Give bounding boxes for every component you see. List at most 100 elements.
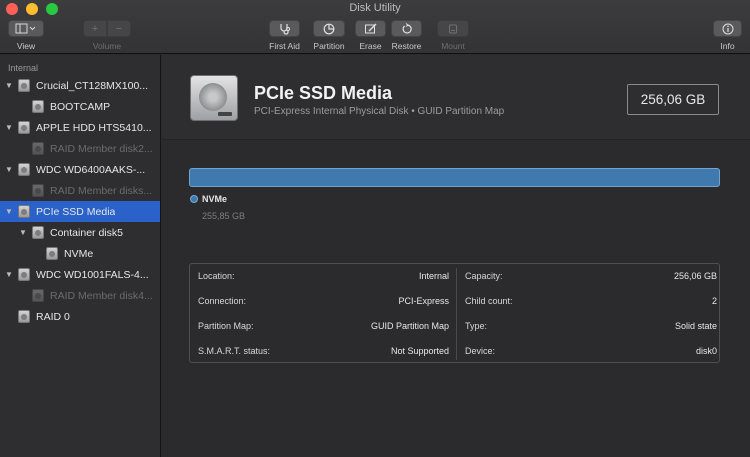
add-volume-button[interactable]: +	[83, 20, 107, 37]
sidebar-item-label: RAID 0	[36, 310, 70, 323]
disk-icon	[18, 163, 30, 176]
pencil-erase-icon	[364, 23, 376, 33]
erase-button[interactable]	[355, 20, 386, 37]
info-key: Connection:	[198, 296, 247, 306]
partition-button[interactable]	[313, 20, 345, 37]
info-value: GUID Partition Map	[370, 321, 449, 331]
partition-label: Partition	[313, 41, 345, 51]
remove-volume-button[interactable]: −	[107, 20, 131, 37]
disk-subtitle: PCI-Express Internal Physical Disk • GUI…	[254, 106, 505, 117]
sidebar-item[interactable]: ▼ Container disk5	[0, 222, 160, 243]
restore-button[interactable]	[391, 20, 422, 37]
disk-header: PCIe SSD Media PCI-Express Internal Phys…	[162, 55, 750, 140]
sidebar-item-label: BOOTCAMP	[50, 100, 111, 113]
disk-icon	[18, 268, 30, 281]
disclosure-triangle-icon[interactable]: ▼	[4, 81, 14, 90]
sidebar-item-label: Container disk5	[50, 226, 123, 239]
disk-icon	[32, 184, 44, 197]
info-value: Internal	[418, 271, 449, 281]
info-button[interactable]	[713, 20, 742, 37]
sidebar-item-label: APPLE HDD HTS5410...	[36, 121, 152, 134]
disk-icon	[32, 289, 44, 302]
sidebar-section-internal: Internal	[8, 63, 39, 73]
info-row: Location: Internal	[198, 271, 449, 285]
disk-icon	[18, 205, 30, 218]
sidebar-item[interactable]: NVMe	[0, 243, 160, 264]
first-aid-control: First Aid	[269, 20, 300, 51]
disk-icon	[46, 247, 58, 260]
capacity-box: 256,06 GB	[627, 84, 719, 115]
info-value: disk0	[695, 346, 717, 356]
info-row: Type: Solid state	[465, 321, 717, 335]
sidebar: Internal ▼ Crucial_CT128MX100... BOOTCAMP ▼…	[0, 55, 161, 457]
view-label: View	[16, 41, 36, 51]
sidebar-item[interactable]: RAID Member disks...	[0, 180, 160, 201]
sidebar-item-label: RAID Member disk4...	[50, 289, 153, 302]
toolbar: Disk Utility View + − Volume First Aid P…	[0, 0, 750, 54]
info-control: Info	[713, 20, 742, 51]
info-row: Partition Map: GUID Partition Map	[198, 321, 449, 335]
sidebar-item-label: RAID Member disks...	[50, 184, 153, 197]
disclosure-triangle-icon[interactable]: ▼	[18, 228, 28, 237]
view-button[interactable]	[8, 20, 44, 37]
sidebar-item[interactable]: ▼ WDC WD1001FALS-4...	[0, 264, 160, 285]
sidebar-item[interactable]: BOOTCAMP	[0, 96, 160, 117]
sidebar-item[interactable]: ▼ PCIe SSD Media	[0, 201, 160, 222]
restore-arrow-icon	[402, 22, 412, 34]
info-row: Connection: PCI-Express	[198, 296, 449, 310]
info-key: Child count:	[465, 296, 513, 306]
info-key: Device:	[465, 346, 496, 356]
info-icon	[722, 23, 733, 34]
sidebar-item-label: NVMe	[64, 247, 94, 260]
pie-icon	[323, 23, 335, 34]
stethoscope-icon	[279, 23, 290, 35]
mount-label: Mount	[441, 41, 465, 51]
info-key: Type:	[465, 321, 488, 331]
info-row: S.M.A.R.T. status: Not Supported	[198, 346, 449, 360]
info-row: Child count: 2	[465, 296, 717, 310]
disclosure-triangle-icon[interactable]: ▼	[4, 270, 14, 279]
disk-title: PCIe SSD Media	[254, 83, 393, 103]
first-aid-button[interactable]	[269, 20, 300, 37]
disclosure-triangle-icon[interactable]: ▼	[4, 207, 14, 216]
info-value: PCI-Express	[398, 296, 449, 306]
disk-icon	[18, 79, 30, 92]
info-value: Solid state	[674, 321, 717, 331]
sidebar-item[interactable]: ▼ APPLE HDD HTS5410...	[0, 117, 160, 138]
eject-mount-icon	[449, 24, 457, 33]
sidebar-item[interactable]: ▼ WDC WD6400AAKS-...	[0, 159, 160, 180]
sidebar-item[interactable]: RAID 0	[0, 306, 160, 327]
info-divider	[456, 268, 457, 360]
info-label: Info	[720, 41, 735, 51]
disclosure-triangle-icon[interactable]: ▼	[4, 165, 14, 174]
disk-icon	[32, 226, 44, 239]
disk-icon	[18, 121, 30, 134]
mount-button[interactable]	[437, 20, 469, 37]
plus-icon: +	[91, 22, 99, 35]
sidebar-item[interactable]: ▼ Crucial_CT128MX100...	[0, 75, 160, 96]
info-value: 256,06 GB	[673, 271, 717, 281]
info-key: Capacity:	[465, 271, 503, 281]
restore-control: Restore	[391, 20, 422, 51]
erase-label: Erase	[359, 41, 382, 51]
disk-icon	[32, 100, 44, 113]
sidebar-item-label: Crucial_CT128MX100...	[36, 79, 149, 92]
info-key: S.M.A.R.T. status:	[198, 346, 271, 356]
volume-segmented: + −	[83, 20, 131, 37]
sidebar-item-label: PCIe SSD Media	[36, 205, 116, 218]
hard-disk-icon	[190, 75, 238, 121]
mount-control: Mount	[437, 20, 469, 51]
disclosure-triangle-icon[interactable]: ▼	[4, 123, 14, 132]
first-aid-label: First Aid	[269, 41, 300, 51]
info-row: Capacity: 256,06 GB	[465, 271, 717, 285]
sidebar-item[interactable]: RAID Member disk4...	[0, 285, 160, 306]
disk-icon	[32, 142, 44, 155]
view-control: View	[8, 20, 44, 51]
disk-icon	[18, 310, 30, 323]
legend-color-dot	[190, 195, 198, 203]
sidebar-item-label: RAID Member disk2...	[50, 142, 153, 155]
window-title: Disk Utility	[349, 2, 401, 14]
legend-name: NVMe	[202, 194, 228, 204]
sidebar-item[interactable]: RAID Member disk2...	[0, 138, 160, 159]
restore-label: Restore	[391, 41, 422, 51]
